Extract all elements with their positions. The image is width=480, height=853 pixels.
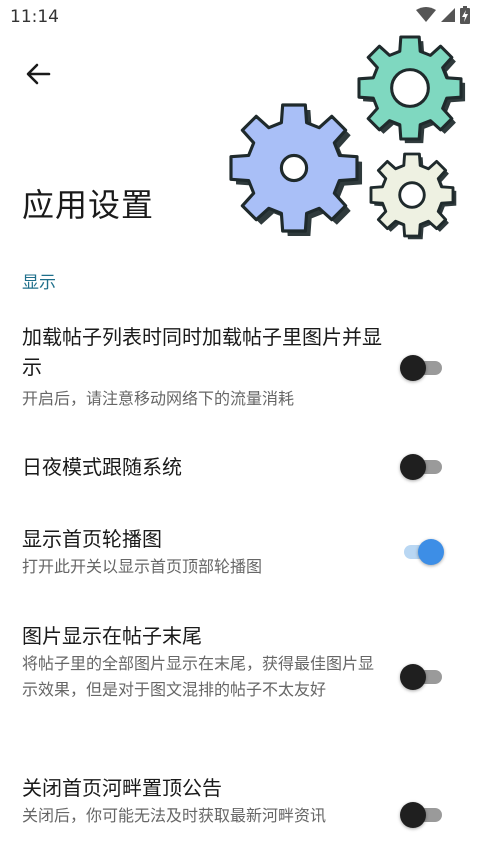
setting-night-mode[interactable]: 日夜模式跟随系统	[0, 452, 480, 486]
setting-description: 开启后，请注意移动网络下的流量消耗	[22, 389, 295, 408]
setting-title: 图片显示在帖子末尾	[22, 624, 202, 648]
switch-thumb	[400, 355, 426, 381]
back-button[interactable]	[20, 58, 56, 94]
status-bar: 11:14	[0, 0, 480, 34]
images-at-end-switch[interactable]	[400, 663, 444, 691]
page-title: 应用设置	[22, 186, 155, 224]
section-header: 显示	[22, 273, 56, 293]
setting-hide-announcement[interactable]: 关闭首页河畔置顶公告 关闭后，你可能无法及时获取最新河畔资讯	[0, 773, 480, 853]
blue-gear-icon	[229, 103, 363, 237]
setting-description: 将帖子里的全部图片显示在末尾，获得最佳图片显示效果，但是对于图文混排的帖子不太友…	[22, 654, 375, 699]
arrow-left-icon	[25, 61, 51, 91]
wifi-icon	[416, 7, 436, 27]
status-icons	[416, 6, 470, 28]
green-gear-icon	[357, 35, 466, 144]
signal-icon	[440, 7, 456, 27]
setting-description: 打开此开关以显示首页顶部轮播图	[22, 557, 263, 576]
status-time: 11:14	[10, 7, 59, 27]
gears-illustration	[222, 30, 472, 240]
setting-title: 加载帖子列表时同时加载帖子里图片并显示	[22, 325, 382, 379]
setting-description: 关闭后，你可能无法及时获取最新河畔资讯	[22, 806, 327, 825]
show-carousel-switch[interactable]	[400, 538, 444, 566]
settings-screen: 11:14 应用设置 显示 加载帖子列表时同时加载帖子里图片并显示 开启后，请注…	[0, 0, 480, 853]
switch-thumb	[400, 802, 426, 828]
load-images-switch[interactable]	[400, 354, 444, 382]
hide-announcement-switch[interactable]	[400, 801, 444, 829]
setting-title: 关闭首页河畔置顶公告	[22, 776, 222, 800]
setting-show-carousel[interactable]: 显示首页轮播图 打开此开关以显示首页顶部轮播图	[0, 524, 480, 584]
battery-charging-icon	[460, 6, 470, 28]
night-mode-switch[interactable]	[400, 453, 444, 481]
setting-title: 日夜模式跟随系统	[22, 455, 182, 479]
switch-thumb	[400, 454, 426, 480]
setting-images-at-end[interactable]: 图片显示在帖子末尾 将帖子里的全部图片显示在末尾，获得最佳图片显示效果，但是对于…	[0, 621, 480, 733]
switch-thumb	[400, 664, 426, 690]
setting-load-images[interactable]: 加载帖子列表时同时加载帖子里图片并显示 开启后，请注意移动网络下的流量消耗	[0, 322, 480, 418]
switch-thumb	[418, 539, 444, 565]
setting-title: 显示首页轮播图	[22, 527, 162, 551]
cream-gear-icon	[369, 152, 457, 240]
